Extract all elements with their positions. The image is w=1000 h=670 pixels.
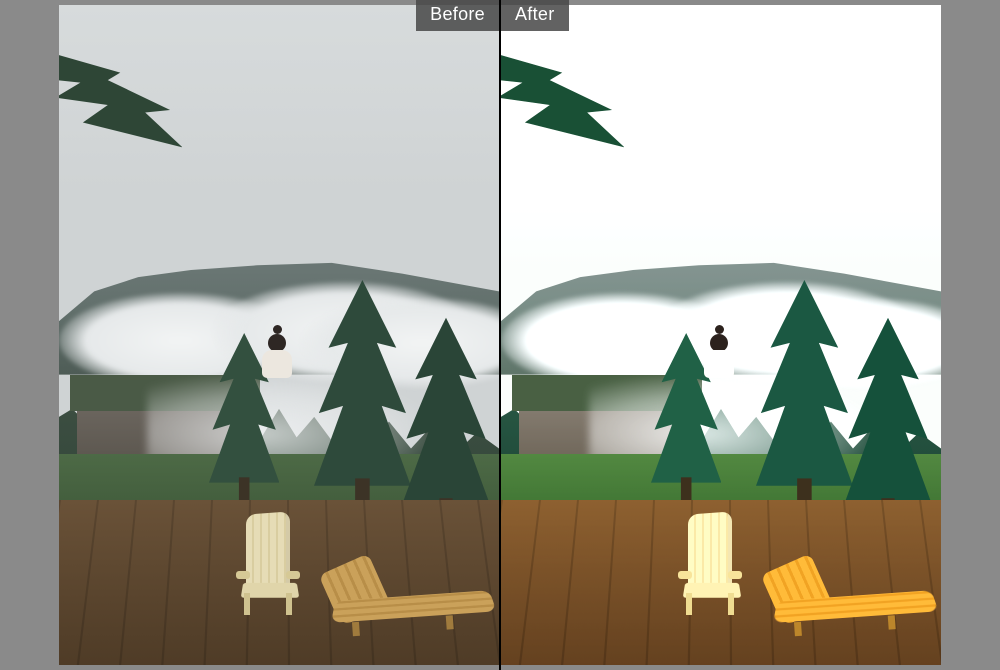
adirondack-chair bbox=[668, 509, 758, 619]
adirondack-chair bbox=[226, 509, 316, 619]
foreground-tree bbox=[314, 269, 411, 533]
after-label: After bbox=[501, 0, 569, 31]
before-after-split: Before bbox=[0, 0, 1000, 670]
after-photo[interactable] bbox=[501, 5, 941, 665]
overhanging-branch bbox=[501, 18, 624, 190]
after-panel: After bbox=[500, 0, 1000, 670]
foreground-tree bbox=[756, 269, 853, 533]
seated-person bbox=[699, 329, 739, 375]
wooden-lounger bbox=[771, 547, 936, 638]
before-photo[interactable] bbox=[59, 5, 499, 665]
seated-person bbox=[257, 329, 297, 375]
before-panel: Before bbox=[0, 0, 500, 670]
wooden-lounger bbox=[329, 547, 494, 638]
before-label: Before bbox=[416, 0, 499, 31]
overhanging-branch bbox=[59, 18, 182, 190]
